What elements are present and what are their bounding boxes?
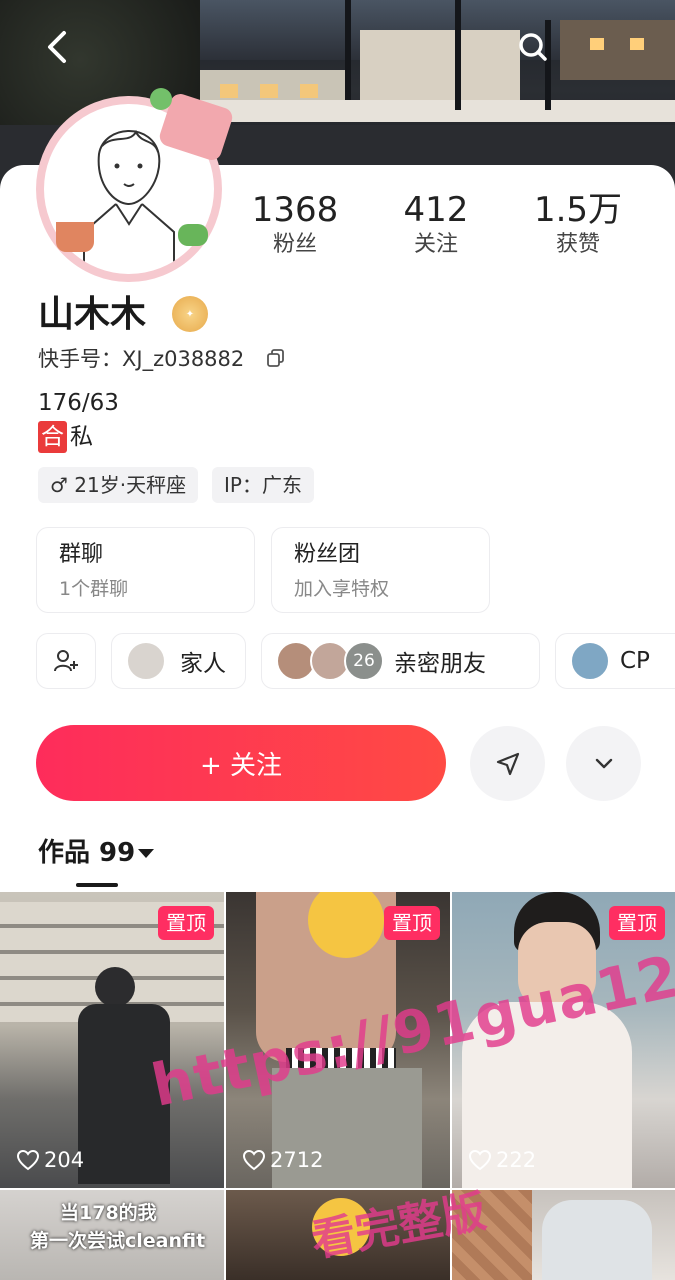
plant-pot-sticker-icon (56, 222, 94, 252)
kuaishou-id: 快手号：XJ_z038882 (38, 347, 245, 371)
tab-indicator (76, 883, 118, 887)
heart-icon (16, 1149, 40, 1171)
video-caption-line1: 当178的我 (60, 1202, 157, 1224)
more-options-button[interactable] (566, 726, 641, 801)
fan-club-card[interactable]: 粉丝团 加入享特权 (271, 527, 490, 613)
works-tab[interactable]: 作品 99 (38, 834, 135, 872)
group-chat-sub: 1个群聊 (59, 578, 129, 600)
follow-button[interactable]: + 关注 (36, 725, 446, 801)
family-avatar (126, 641, 166, 681)
close-friends-pill[interactable]: 26 亲密朋友 (261, 633, 540, 689)
search-icon[interactable] (510, 24, 556, 70)
stat-fans-value: 1368 (251, 190, 339, 230)
bio-line-2: 合私 (38, 421, 93, 453)
group-chat-card[interactable]: 群聊 1个群聊 (36, 527, 255, 613)
video-thumbnail[interactable]: 置顶 204 (0, 892, 224, 1188)
group-chat-title: 群聊 (59, 542, 104, 567)
send-message-button[interactable] (470, 726, 545, 801)
stat-likes[interactable]: 1.5万 获赞 (508, 190, 648, 260)
age-constellation-tag: ♂ 21岁·天秤座 (38, 467, 199, 503)
family-pill[interactable]: 家人 (111, 633, 246, 689)
close-friends-label: 亲密朋友 (394, 651, 486, 677)
add-user-icon (54, 650, 78, 672)
video-caption-line2: 第一次尝试cleanfit (30, 1230, 206, 1252)
like-count-value: 222 (496, 1148, 537, 1172)
like-count: 204 (16, 1148, 84, 1172)
bio-line-1: 176/63 (38, 390, 119, 416)
pinned-badge: 置顶 (384, 906, 440, 940)
stat-following-value: 412 (403, 190, 469, 230)
bio-line-2-text: 私 (70, 424, 93, 450)
video-thumbnail[interactable]: 当178的我 第一次尝试cleanfit (0, 1190, 224, 1280)
level-badge-icon[interactable]: ✦ (172, 296, 208, 332)
stat-following[interactable]: 412 关注 (366, 190, 506, 260)
pinned-badge: 置顶 (158, 906, 214, 940)
family-label: 家人 (180, 651, 226, 677)
ip-location-tag: IP：广东 (212, 467, 314, 503)
fan-club-sub: 加入享特权 (294, 578, 390, 600)
back-arrow-icon[interactable] (34, 24, 80, 70)
cp-pill[interactable]: CP (555, 633, 675, 689)
bio-tag: 合 (38, 421, 67, 453)
stat-following-label: 关注 (413, 232, 458, 257)
stat-fans[interactable]: 1368 粉丝 (225, 190, 365, 260)
profile-stats: 1368 粉丝 412 关注 1.5万 获赞 (225, 190, 675, 270)
like-count-value: 204 (44, 1148, 85, 1172)
add-friend-button[interactable] (36, 633, 96, 689)
close-friends-count: 26 (344, 641, 384, 681)
leaf-sticker-icon (178, 224, 208, 246)
like-count-value: 2712 (270, 1148, 324, 1172)
stat-likes-label: 获赞 (555, 232, 600, 257)
stat-fans-label: 粉丝 (272, 232, 317, 257)
leaf-sticker-icon (150, 88, 172, 110)
caret-down-icon[interactable] (138, 849, 154, 858)
copy-icon[interactable] (266, 348, 286, 368)
like-count: 222 (468, 1148, 536, 1172)
chevron-down-icon (595, 758, 612, 768)
send-icon (496, 752, 519, 775)
pinned-badge: 置顶 (609, 906, 665, 940)
profile-name: 山木木 (38, 294, 147, 335)
fan-club-title: 粉丝团 (294, 542, 361, 567)
heart-icon (242, 1149, 266, 1171)
cp-avatar (570, 641, 610, 681)
cp-label: CP (620, 648, 650, 674)
heart-icon (468, 1149, 492, 1171)
stat-likes-value: 1.5万 (533, 190, 623, 230)
like-count: 2712 (242, 1148, 323, 1172)
